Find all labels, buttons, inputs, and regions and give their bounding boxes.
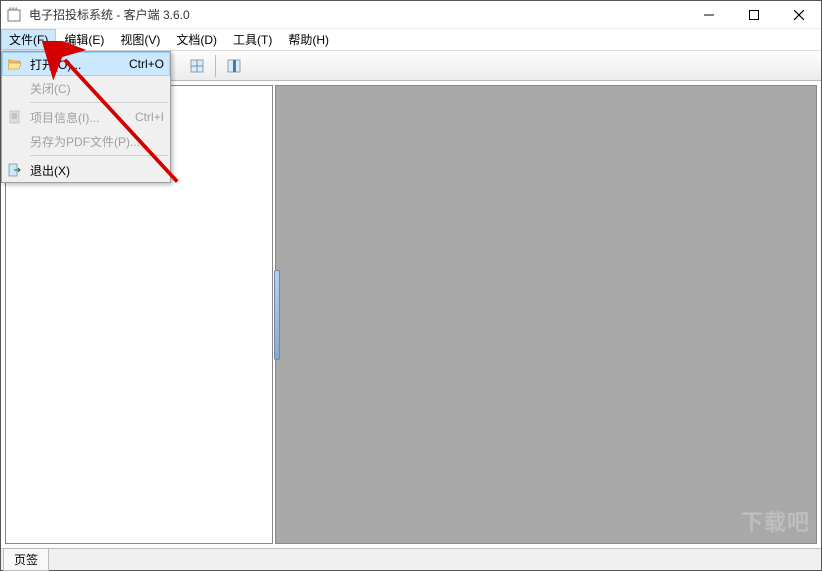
toolbar-btn-1[interactable] — [185, 54, 209, 78]
menu-open-shortcut: Ctrl+O — [129, 57, 164, 71]
toolbar-separator — [215, 55, 216, 77]
blank-icon — [6, 132, 24, 150]
file-menu-dropdown: 打开(O)... Ctrl+O 关闭(C) 项目信息(I)... Ctrl+I — [1, 51, 171, 183]
menu-exit-label: 退出(X) — [30, 162, 164, 179]
titlebar: 电子招投标系统 - 客户端 3.6.0 — [1, 1, 821, 29]
menu-close-label: 关闭(C) — [30, 80, 164, 97]
toolbar-btn-2[interactable] — [222, 54, 246, 78]
document-icon — [6, 108, 24, 126]
window-title: 电子招投标系统 - 客户端 3.6.0 — [29, 6, 686, 23]
menu-view-label: 视图(V) — [120, 31, 160, 48]
app-window: 电子招投标系统 - 客户端 3.6.0 文件(F) 打开(O). — [0, 0, 822, 571]
menu-close: 关闭(C) — [2, 76, 170, 100]
statusbar: 页签 — [1, 548, 821, 570]
menu-project-info: 项目信息(I)... Ctrl+I — [2, 105, 170, 129]
menu-save-pdf-label: 另存为PDF文件(P)... — [30, 133, 164, 150]
watermark: 下载吧 — [741, 505, 810, 537]
maximize-button[interactable] — [731, 1, 776, 29]
menu-edit[interactable]: 编辑(E) — [56, 29, 112, 50]
menu-file[interactable]: 文件(F) 打开(O)... Ctrl+O 关闭(C) — [1, 29, 56, 50]
minimize-button[interactable] — [686, 1, 731, 29]
exit-icon — [6, 161, 24, 179]
menu-view[interactable]: 视图(V) — [112, 29, 168, 50]
menu-save-pdf: 另存为PDF文件(P)... — [2, 129, 170, 153]
close-button[interactable] — [776, 1, 821, 29]
menu-open-label: 打开(O)... — [30, 56, 129, 73]
menu-document-label: 文档(D) — [176, 31, 217, 48]
folder-open-icon — [6, 55, 24, 73]
menu-exit[interactable]: 退出(X) — [2, 158, 170, 182]
menu-project-info-shortcut: Ctrl+I — [135, 110, 164, 124]
splitter-handle[interactable] — [274, 270, 280, 360]
menu-project-info-label: 项目信息(I)... — [30, 109, 135, 126]
menu-tools[interactable]: 工具(T) — [225, 29, 280, 50]
status-tab-label: 页签 — [14, 553, 38, 567]
menu-separator — [30, 155, 168, 156]
status-tab[interactable]: 页签 — [3, 548, 49, 571]
menu-edit-label: 编辑(E) — [64, 31, 104, 48]
menubar: 文件(F) 打开(O)... Ctrl+O 关闭(C) — [1, 29, 821, 51]
menu-file-label: 文件(F) — [9, 31, 48, 48]
menu-document[interactable]: 文档(D) — [168, 29, 225, 50]
menu-separator — [30, 102, 168, 103]
menu-tools-label: 工具(T) — [233, 31, 272, 48]
menu-help-label: 帮助(H) — [288, 31, 329, 48]
menu-open[interactable]: 打开(O)... Ctrl+O — [2, 52, 170, 76]
app-icon — [5, 6, 23, 24]
menu-help[interactable]: 帮助(H) — [280, 29, 337, 50]
blank-icon — [6, 79, 24, 97]
window-controls — [686, 1, 821, 29]
right-pane: 下载吧 — [275, 85, 817, 544]
